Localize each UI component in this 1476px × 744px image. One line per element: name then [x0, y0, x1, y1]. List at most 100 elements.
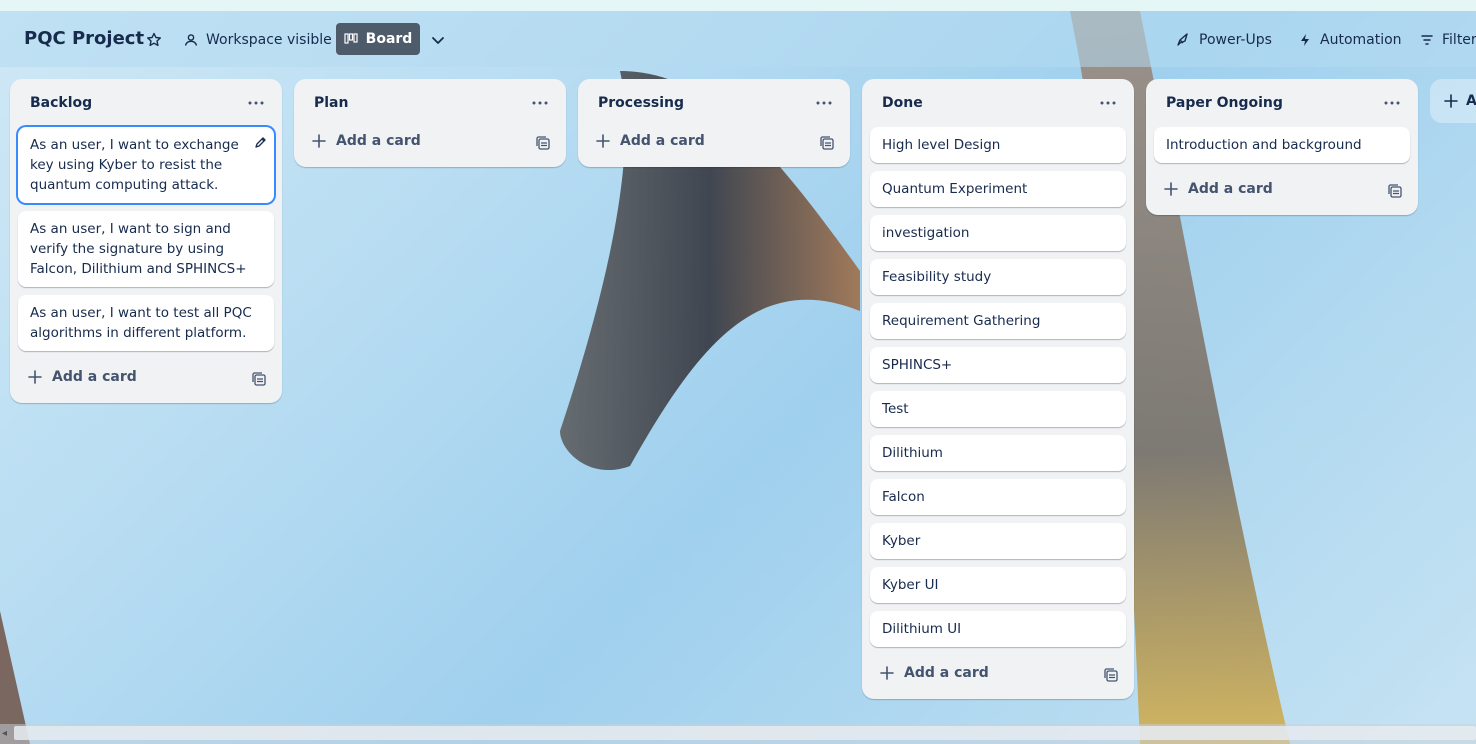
add-card-row: Add a card	[1146, 171, 1418, 215]
card-title: Kyber	[882, 533, 921, 549]
add-card-button[interactable]: Add a card	[880, 665, 989, 681]
star-button[interactable]	[146, 25, 170, 55]
chevron-down-icon	[432, 37, 444, 44]
card[interactable]: Introduction and background	[1154, 127, 1410, 163]
card[interactable]: SPHINCS+	[870, 347, 1126, 383]
card-title: Test	[882, 401, 909, 417]
rocket-icon	[1177, 33, 1188, 46]
create-from-template-button[interactable]	[252, 371, 266, 390]
add-card-button[interactable]: Add a card	[28, 369, 137, 385]
edit-card-button[interactable]	[254, 135, 266, 155]
card-title: Falcon	[882, 489, 925, 505]
automation-button[interactable]: Automation	[1298, 25, 1402, 55]
board-view-button[interactable]: Board	[336, 23, 420, 55]
plus-icon	[880, 666, 894, 680]
scroll-left-arrow-icon[interactable]: ◂	[2, 728, 7, 739]
list-title[interactable]: Processing	[598, 95, 684, 111]
plus-icon	[312, 134, 326, 148]
card[interactable]: investigation	[870, 215, 1126, 251]
card-title: Dilithium UI	[882, 621, 962, 637]
add-card-row: Add a card	[294, 123, 566, 167]
add-card-row: Add a card	[578, 123, 850, 167]
star-icon	[147, 32, 161, 47]
card-title: investigation	[882, 225, 970, 241]
template-icon	[1388, 184, 1402, 198]
card-title: Quantum Experiment	[882, 181, 1028, 197]
template-icon	[820, 136, 834, 150]
add-list-button[interactable]: A	[1430, 79, 1476, 123]
people-icon	[184, 34, 198, 46]
list-menu-button[interactable]	[1096, 91, 1120, 115]
add-card-row: Add a card	[862, 655, 1134, 699]
list-title[interactable]: Plan	[314, 95, 348, 111]
plus-icon	[1444, 94, 1458, 108]
list-menu-button[interactable]	[1380, 91, 1404, 115]
card[interactable]: Dilithium	[870, 435, 1126, 471]
card[interactable]: Kyber	[870, 523, 1126, 559]
card[interactable]: Test	[870, 391, 1126, 427]
list-title[interactable]: Done	[882, 95, 923, 111]
board-title[interactable]: PQC Project	[24, 28, 144, 49]
visibility-label: Workspace visible	[206, 32, 332, 48]
filters-button[interactable]: Filters	[1420, 25, 1476, 55]
plus-icon	[596, 134, 610, 148]
filters-label: Filters	[1442, 32, 1476, 48]
list-plan: Plan Add a card	[294, 79, 566, 167]
list-title[interactable]: Paper Ongoing	[1166, 95, 1283, 111]
pencil-icon	[255, 137, 266, 148]
scrollbar-thumb[interactable]	[14, 726, 1476, 740]
card-title: Feasibility study	[882, 269, 992, 285]
card-title: Dilithium	[882, 445, 943, 461]
list-done: Done High level Design Quantum Experimen…	[862, 79, 1134, 699]
create-from-template-button[interactable]	[1388, 183, 1402, 202]
card[interactable]: Requirement Gathering	[870, 303, 1126, 339]
add-list-label: A	[1466, 93, 1476, 109]
add-card-label: Add a card	[336, 133, 421, 149]
card[interactable]: High level Design	[870, 127, 1126, 163]
lightning-icon	[1301, 34, 1309, 46]
template-icon	[1104, 668, 1118, 682]
card-title: As an user, I want to test all PQC algor…	[30, 305, 252, 341]
more-horizontal-icon	[1100, 101, 1116, 105]
card[interactable]: As an user, I want to test all PQC algor…	[18, 295, 274, 351]
browser-top-strip	[0, 0, 1476, 11]
card-title: Kyber UI	[882, 577, 939, 593]
card[interactable]: Kyber UI	[870, 567, 1126, 603]
list-backlog: Backlog As an user, I want to exchange k…	[10, 79, 282, 403]
card-title: Introduction and background	[1166, 137, 1362, 153]
plus-icon	[1164, 182, 1178, 196]
add-card-button[interactable]: Add a card	[1164, 181, 1273, 197]
powerups-label: Power-Ups	[1199, 32, 1272, 48]
create-from-template-button[interactable]	[536, 135, 550, 154]
card[interactable]: As an user, I want to sign and verify th…	[18, 211, 274, 287]
add-card-label: Add a card	[1188, 181, 1273, 197]
card[interactable]: Dilithium UI	[870, 611, 1126, 647]
more-horizontal-icon	[816, 101, 832, 105]
more-horizontal-icon	[532, 101, 548, 105]
card[interactable]: Quantum Experiment	[870, 171, 1126, 207]
card-title: Requirement Gathering	[882, 313, 1041, 329]
add-card-button[interactable]: Add a card	[312, 133, 421, 149]
visibility-button[interactable]: Workspace visible	[184, 25, 332, 55]
create-from-template-button[interactable]	[1104, 667, 1118, 686]
more-horizontal-icon	[248, 101, 264, 105]
list-menu-button[interactable]	[812, 91, 836, 115]
card[interactable]: Falcon	[870, 479, 1126, 515]
more-horizontal-icon	[1384, 101, 1400, 105]
powerups-button[interactable]: Power-Ups	[1175, 25, 1272, 55]
add-card-label: Add a card	[904, 665, 989, 681]
card-title: SPHINCS+	[882, 357, 953, 373]
card[interactable]: As an user, I want to exchange key using…	[18, 127, 274, 203]
add-card-button[interactable]: Add a card	[596, 133, 705, 149]
list-menu-button[interactable]	[528, 91, 552, 115]
list-paper-ongoing: Paper Ongoing Introduction and backgroun…	[1146, 79, 1418, 215]
card-title: As an user, I want to exchange key using…	[30, 137, 239, 193]
list-title[interactable]: Backlog	[30, 95, 92, 111]
create-from-template-button[interactable]	[820, 135, 834, 154]
card[interactable]: Feasibility study	[870, 259, 1126, 295]
board-header: PQC Project Workspace visible Board Powe…	[0, 11, 1476, 67]
view-dropdown-button[interactable]	[430, 25, 454, 55]
template-icon	[252, 372, 266, 386]
list-menu-button[interactable]	[244, 91, 268, 115]
add-card-row: Add a card	[10, 359, 282, 403]
